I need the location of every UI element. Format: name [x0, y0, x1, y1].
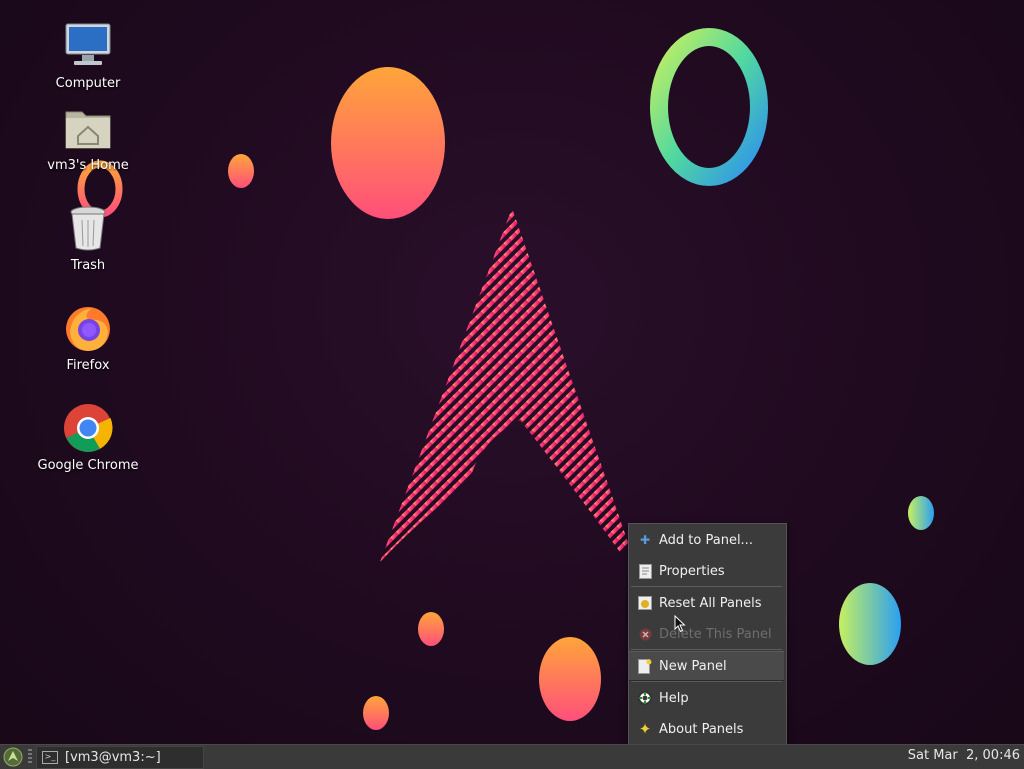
menu-separator	[631, 649, 782, 650]
desktop-icon-label: Computer	[55, 76, 121, 91]
desktop-icon-firefox[interactable]: Firefox	[33, 302, 143, 373]
desktop-icon-label: Google Chrome	[37, 458, 139, 473]
wallpaper	[77, 28, 934, 730]
menu-item-properties[interactable]: Properties	[629, 557, 784, 585]
panel-context-menu: ✚ Add to Panel... Properties Reset All P…	[628, 523, 787, 746]
desktop-icon-label: Firefox	[66, 358, 110, 373]
computer-icon	[65, 23, 111, 65]
menu-item-label: New Panel	[659, 658, 727, 674]
applications-menu-icon[interactable]	[2, 746, 24, 768]
menu-item-label: About Panels	[659, 721, 744, 737]
panel-clock[interactable]: Sat Mar 2, 00:46	[908, 748, 1020, 763]
desktop-icon-computer[interactable]: Computer	[33, 20, 143, 91]
trash-icon	[70, 206, 106, 251]
mouse-cursor	[674, 615, 686, 633]
new-panel-icon	[637, 658, 653, 674]
desktop-icon-trash[interactable]: Trash	[33, 202, 143, 273]
menu-item-label: Properties	[659, 563, 725, 579]
desktop-icon-chrome[interactable]: Google Chrome	[33, 402, 143, 473]
menu-item-label: Reset All Panels	[659, 595, 762, 611]
menu-item-delete-this-panel[interactable]: Delete This Panel	[629, 620, 784, 648]
menu-separator	[631, 586, 782, 587]
menu-separator	[631, 681, 782, 682]
properties-icon	[637, 563, 653, 579]
chrome-icon	[64, 404, 113, 452]
bottom-panel: >_ [vm3@vm3:~] Sat Mar 2, 00:46	[0, 744, 1024, 769]
help-icon	[637, 690, 653, 706]
delete-icon	[637, 626, 653, 642]
menu-item-reset-all-panels[interactable]: Reset All Panels	[629, 589, 784, 617]
menu-item-help[interactable]: Help	[629, 684, 784, 712]
plus-icon: ✚	[639, 533, 651, 547]
panel-grip[interactable]	[28, 749, 32, 765]
menu-item-label: Add to Panel...	[659, 532, 753, 548]
menu-item-label: Help	[659, 690, 689, 706]
desktop-icon-label: Trash	[70, 258, 106, 273]
menu-item-add-to-panel[interactable]: ✚ Add to Panel...	[629, 526, 784, 554]
taskbar-item-terminal[interactable]: >_ [vm3@vm3:~]	[36, 746, 204, 769]
taskbar-item-label: [vm3@vm3:~]	[65, 750, 161, 765]
menu-item-about-panels[interactable]: ✦ About Panels	[629, 715, 784, 743]
firefox-icon	[66, 307, 110, 351]
desktop-icon-home[interactable]: vm3's Home	[33, 102, 143, 173]
home-folder-icon	[65, 111, 111, 149]
desktop-icon-label: vm3's Home	[47, 158, 129, 173]
reset-icon	[637, 595, 653, 611]
terminal-icon: >_	[42, 751, 58, 764]
menu-item-new-panel[interactable]: New Panel	[629, 651, 784, 681]
about-icon: ✦	[638, 720, 652, 738]
